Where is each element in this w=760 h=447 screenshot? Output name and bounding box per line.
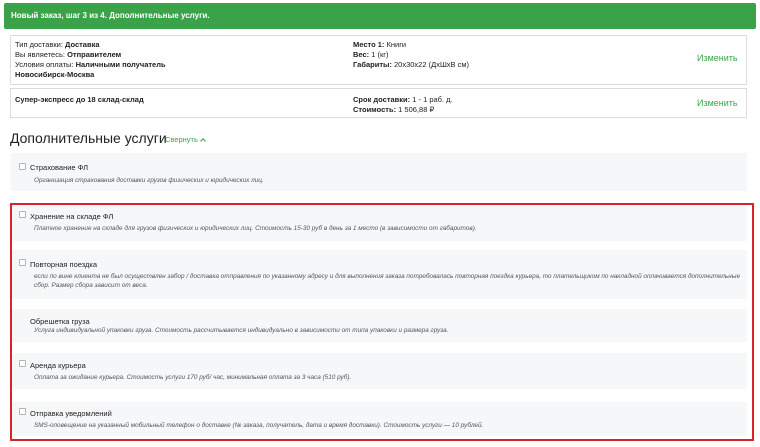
place-value: Книги <box>386 40 407 49</box>
dims-label: Габариты: <box>353 60 392 69</box>
cost-value: 1 506,88 ₽ <box>398 105 435 114</box>
service-item-insurance: Страхование ФЛ Организация страхования д… <box>11 153 747 191</box>
sender-role-line: Вы являетесь: Отправителем <box>15 50 121 59</box>
route-line: Новосибирск-Москва <box>15 70 94 79</box>
weight-line: Вес: 1 (кг) <box>353 50 389 59</box>
place-label: Место 1: <box>353 40 385 49</box>
delivery-type-label: Тип доставки: <box>15 40 63 49</box>
payment-line: Условия оплаты: Наличными получатель <box>15 60 166 69</box>
dims-line: Габариты: 20x30x22 (ДxШxВ см) <box>353 60 469 69</box>
chevron-up-icon <box>200 138 206 144</box>
highlight-frame <box>10 203 754 441</box>
step-title: Новый заказ, шаг 3 из 4. Дополнительные … <box>11 11 210 20</box>
route-value: Новосибирск-Москва <box>15 70 95 79</box>
sender-role-value: Отправителем <box>67 50 122 59</box>
tariff-summary-box: Супер-экспресс до 18 склад-склад Срок до… <box>10 88 747 118</box>
dims-value: 20x30x22 (ДxШxВ см) <box>394 60 470 69</box>
payment-label: Условия оплаты: <box>15 60 74 69</box>
weight-label: Вес: <box>353 50 370 59</box>
tariff-name: Супер-экспресс до 18 склад-склад <box>15 95 144 104</box>
payment-value: Наличными получатель <box>75 60 166 69</box>
service-title-insurance: Страхование ФЛ <box>30 163 89 172</box>
service-checkbox-insurance[interactable] <box>19 163 26 170</box>
change-delivery-link[interactable]: Изменить <box>697 53 738 63</box>
change-tariff-link[interactable]: Изменить <box>697 98 738 108</box>
term-value: 1 - 1 раб. д. <box>412 95 453 104</box>
delivery-type-value: Доставка <box>65 40 100 49</box>
tariff-name-line: Супер-экспресс до 18 склад-склад <box>15 95 144 104</box>
sender-role-label: Вы являетесь: <box>15 50 65 59</box>
delivery-summary-box: Тип доставки: Доставка Вы являетесь: Отп… <box>10 35 747 85</box>
service-desc-insurance: Организация страхования доставки грузов … <box>34 177 264 184</box>
step-header: Новый заказ, шаг 3 из 4. Дополнительные … <box>4 3 756 29</box>
cost-label: Стоимость: <box>353 105 397 114</box>
delivery-type-line: Тип доставки: Доставка <box>15 40 100 49</box>
place-line: Место 1: Книги <box>353 40 406 49</box>
weight-value: 1 (кг) <box>371 50 389 59</box>
section-title: Дополнительные услуги <box>10 130 167 146</box>
collapse-label: Свернуть <box>165 135 198 144</box>
term-line: Срок доставки: 1 - 1 раб. д. <box>353 95 453 104</box>
term-label: Срок доставки: <box>353 95 411 104</box>
collapse-link[interactable]: Свернуть <box>165 135 206 144</box>
cost-line: Стоимость: 1 506,88 ₽ <box>353 105 434 114</box>
